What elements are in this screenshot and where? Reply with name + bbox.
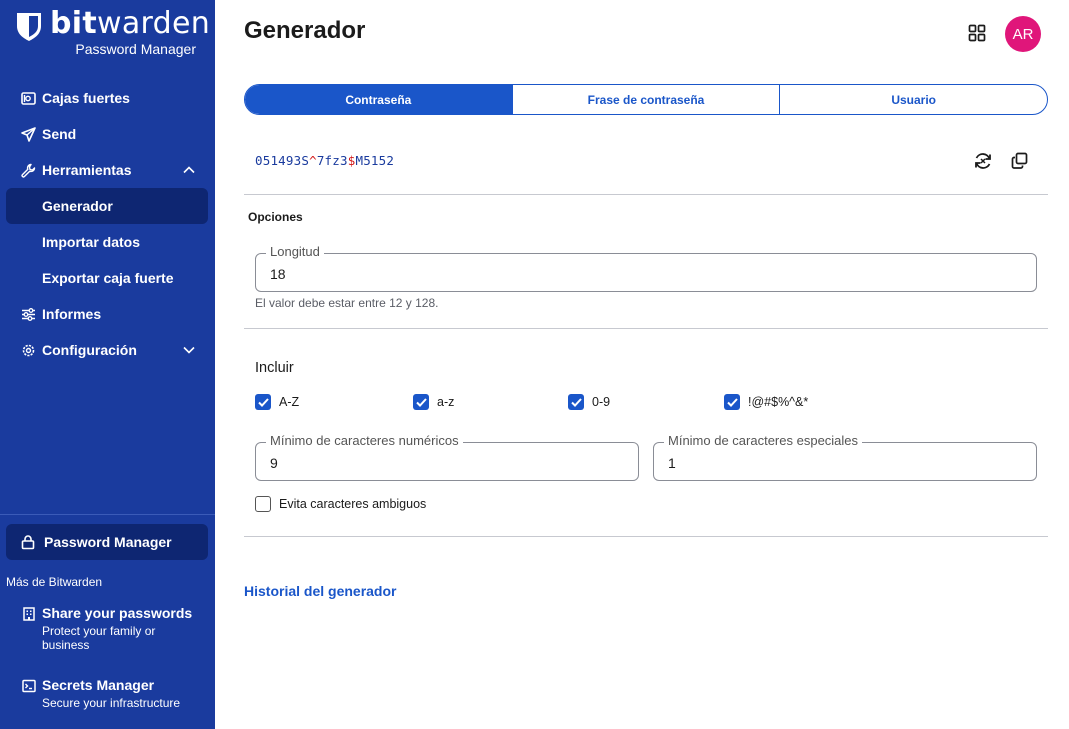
sidebar-item-label: Cajas fuertes (42, 90, 130, 106)
checkbox-label: 0-9 (592, 395, 611, 409)
password-special-char: ^ (309, 153, 317, 168)
checkbox-numbers[interactable]: 0-9 (568, 394, 610, 410)
generator-type-tabs: Contraseña Frase de contraseña Usuario (244, 84, 1048, 115)
product-switcher-grid-icon[interactable] (968, 24, 986, 42)
promo-description: Secure your infrastructure (42, 696, 181, 710)
password-part: 051493S (255, 153, 310, 168)
sidebar-item-label: Configuración (42, 342, 137, 358)
promo-title: Share your passwords (42, 605, 193, 621)
regenerate-icon[interactable] (973, 151, 993, 171)
password-part: 7fz3 (316, 153, 348, 168)
promo-secrets-manager[interactable]: Secrets Manager Secure your infrastructu… (22, 677, 202, 717)
checkbox-label: Evita caracteres ambiguos (279, 497, 427, 511)
chevron-up-icon (183, 166, 195, 174)
length-input[interactable] (256, 254, 1036, 291)
sidebar-item-label: Herramientas (42, 162, 132, 178)
tab-username[interactable]: Usuario (779, 85, 1047, 114)
promo-title: Secrets Manager (42, 677, 155, 693)
sidebar-item-reports[interactable]: Informes (6, 296, 208, 332)
sidebar-item-send[interactable]: Send (6, 116, 208, 152)
sidebar-item-label: Exportar caja fuerte (42, 270, 174, 286)
sidebar-item-label: Importar datos (42, 234, 141, 250)
generator-history-link[interactable]: Historial del generador (244, 583, 396, 599)
promo-description: Protect your family or business (42, 624, 156, 652)
checkbox-checked-icon (255, 394, 271, 410)
options-heading: Opciones (248, 210, 303, 224)
terminal-icon (22, 679, 36, 693)
tab-password[interactable]: Contraseña (245, 85, 512, 114)
min-numeric-input[interactable] (256, 443, 638, 480)
length-field[interactable]: Longitud (255, 244, 1037, 292)
shield-logo-icon (17, 13, 41, 41)
product-switcher-label: Password Manager (44, 534, 172, 550)
checkbox-label: A-Z (279, 395, 300, 409)
divider (244, 328, 1048, 329)
sidebar-item-vaults[interactable]: Cajas fuertes (6, 80, 208, 116)
bitwarden-logo[interactable]: bitwarden Password Manager (16, 7, 210, 58)
min-special-field[interactable]: Mínimo de caracteres especiales (653, 433, 1037, 481)
include-heading: Incluir (255, 360, 294, 376)
building-icon (23, 607, 35, 621)
chevron-down-icon (183, 346, 195, 354)
promo-share-passwords[interactable]: Share your passwords Protect your family… (22, 605, 202, 655)
checkbox-label: !@#$%^&* (748, 395, 809, 409)
more-from-bitwarden-label: Más de Bitwarden (6, 575, 103, 589)
checkbox-label: a-z (437, 395, 455, 409)
brand-subtitle: Password Manager (75, 41, 196, 57)
checkbox-special[interactable]: !@#$%^&* (724, 394, 808, 410)
page-title: Generador (244, 17, 366, 44)
sidebar-item-generator[interactable]: Generador (6, 188, 208, 224)
min-numeric-field[interactable]: Mínimo de caracteres numéricos (255, 433, 639, 481)
brand-wordmark: bitwarden (50, 6, 211, 41)
sidebar: bitwarden Password Manager Cajas fuertes… (0, 0, 215, 729)
sidebar-item-label: Send (42, 126, 77, 142)
sidebar-item-label: Informes (42, 306, 102, 322)
sliders-icon (20, 306, 36, 322)
sidebar-item-label: Generador (42, 198, 113, 214)
checkbox-checked-icon (568, 394, 584, 410)
password-part: M5152 (355, 153, 395, 168)
generated-password[interactable]: 051493S^7fz3$M5152 (255, 153, 394, 168)
checkbox-lowercase[interactable]: a-z (413, 394, 454, 410)
product-switcher-password-manager[interactable]: Password Manager (6, 524, 208, 560)
sidebar-item-tools[interactable]: Herramientas (6, 152, 208, 188)
send-icon (20, 126, 36, 142)
gear-icon (20, 342, 36, 358)
min-special-input[interactable] (654, 443, 1036, 480)
sidebar-divider (0, 514, 215, 515)
length-hint: El valor debe estar entre 12 y 128. (255, 296, 439, 310)
sidebar-item-export[interactable]: Exportar caja fuerte (6, 260, 208, 296)
checkbox-checked-icon (413, 394, 429, 410)
divider (244, 536, 1048, 537)
copy-icon[interactable] (1011, 152, 1028, 169)
sidebar-item-settings[interactable]: Configuración (6, 332, 208, 368)
lock-icon (21, 535, 35, 550)
checkbox-unchecked-icon (255, 496, 271, 512)
wrench-icon (20, 162, 36, 178)
vault-icon (20, 90, 36, 106)
checkbox-avoid-ambiguous[interactable]: Evita caracteres ambiguos (255, 496, 426, 512)
checkbox-uppercase[interactable]: A-Z (255, 394, 299, 410)
checkbox-checked-icon (724, 394, 740, 410)
account-avatar[interactable]: AR (1005, 16, 1041, 52)
tab-passphrase[interactable]: Frase de contraseña (511, 85, 780, 114)
sidebar-item-import[interactable]: Importar datos (6, 224, 208, 260)
divider (244, 194, 1048, 195)
app-window: bitwarden Password Manager Cajas fuertes… (0, 0, 1069, 729)
